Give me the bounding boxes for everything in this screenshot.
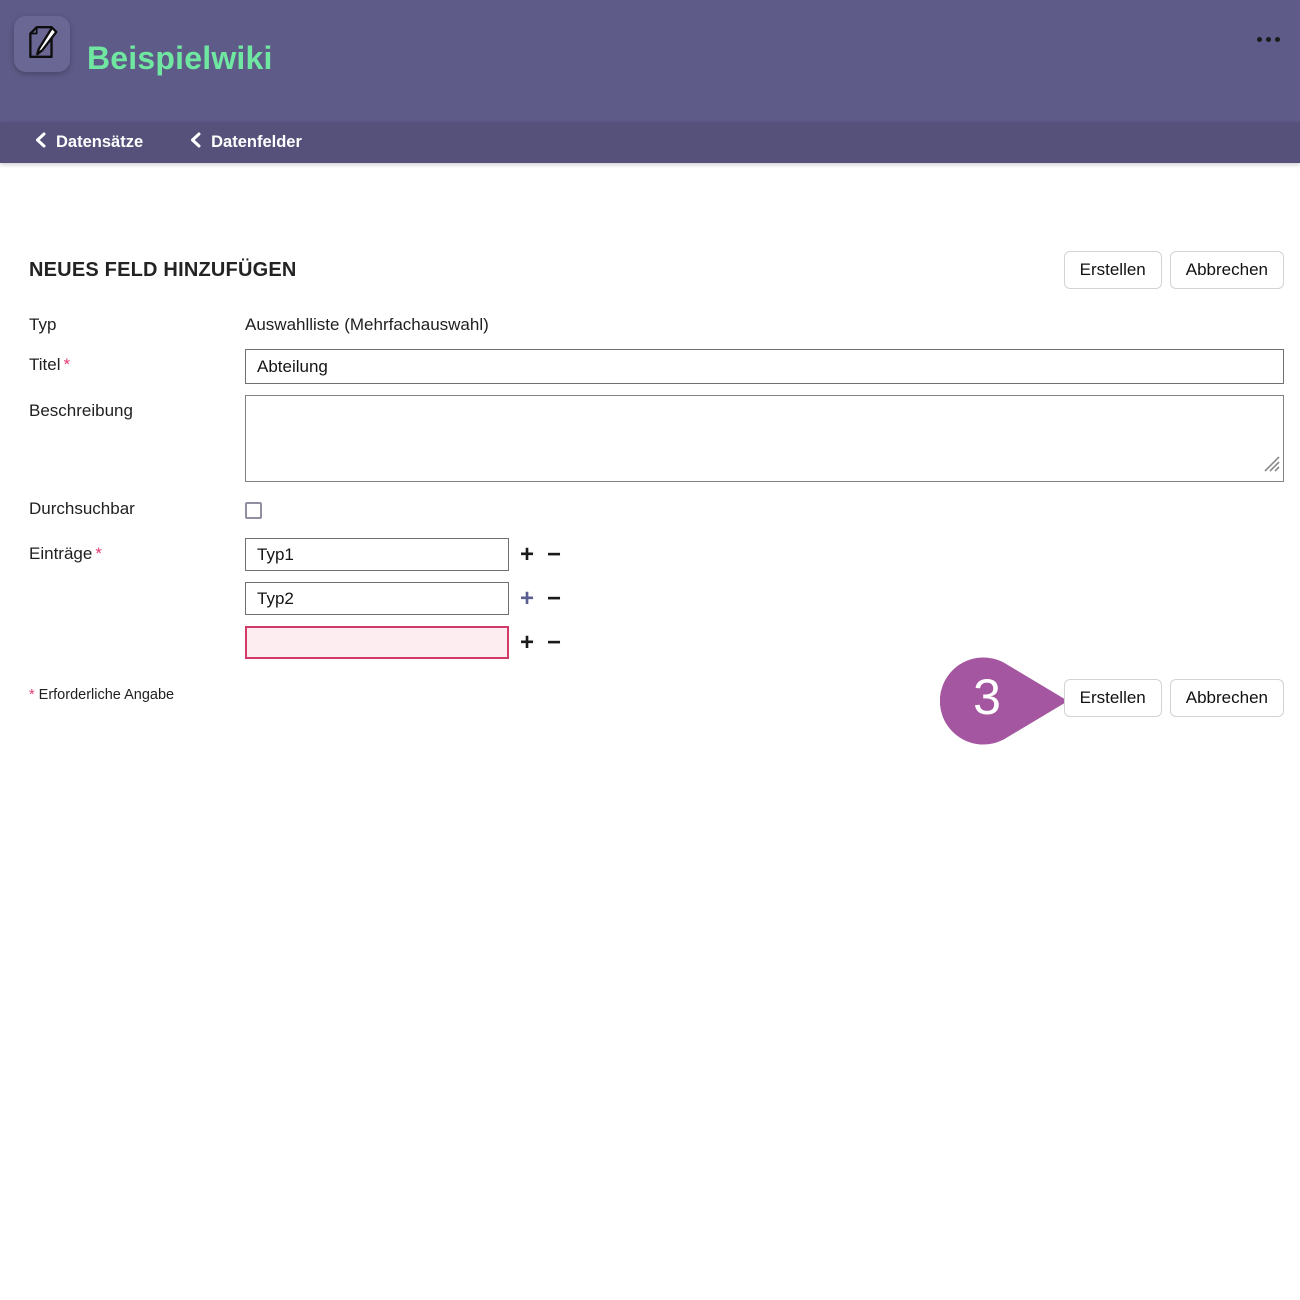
remove-entry-icon[interactable]: −	[547, 587, 561, 611]
more-options-button[interactable]	[1253, 33, 1284, 46]
titel-label: Titel	[29, 355, 61, 374]
remove-entry-icon[interactable]: −	[547, 631, 561, 655]
typ-label: Typ	[29, 315, 245, 335]
entry-row-2: + −	[245, 582, 1284, 615]
form-footer: *Erforderliche Angabe 3 Erstellen Abbrec…	[29, 673, 1284, 783]
top-action-buttons: Erstellen Abbrechen	[1064, 251, 1284, 289]
beschreibung-label: Beschreibung	[29, 395, 245, 482]
required-footnote: *Erforderliche Angabe	[29, 687, 174, 703]
field-row-typ: Typ Auswahlliste (Mehrfachauswahl)	[29, 315, 1284, 335]
field-row-beschreibung: Beschreibung	[29, 395, 1284, 482]
field-row-eintraege: Einträge* + − + − + −	[29, 538, 1284, 659]
eintraege-label: Einträge	[29, 544, 92, 563]
add-entry-icon[interactable]: +	[520, 543, 534, 567]
required-marker: *	[95, 544, 102, 563]
remove-entry-icon[interactable]: −	[547, 543, 561, 567]
page-title: NEUES FELD HINZUFÜGEN	[29, 259, 297, 282]
field-row-titel: Titel*	[29, 349, 1284, 384]
create-button-top[interactable]: Erstellen	[1064, 251, 1162, 289]
add-entry-icon[interactable]: +	[520, 587, 534, 611]
breadcrumb-label: Datenfelder	[211, 133, 302, 152]
create-button-bottom[interactable]: Erstellen	[1064, 679, 1162, 717]
required-marker: *	[64, 355, 71, 374]
step-number: 3	[940, 651, 1034, 743]
field-row-durchsuchbar: Durchsuchbar	[29, 499, 1284, 524]
chevron-left-icon	[189, 132, 202, 153]
entry-input-1[interactable]	[245, 538, 509, 571]
resize-handle-icon[interactable]	[1263, 455, 1281, 478]
beschreibung-textarea[interactable]	[245, 395, 1284, 482]
breadcrumb-item-datensaetze[interactable]: Datensätze	[34, 132, 143, 153]
typ-value: Auswahlliste (Mehrfachauswahl)	[245, 315, 1284, 335]
cancel-button-bottom[interactable]: Abbrechen	[1170, 679, 1284, 717]
add-entry-icon[interactable]: +	[520, 631, 534, 655]
entry-row-1: + −	[245, 538, 1284, 571]
required-marker: *	[29, 687, 35, 703]
edit-document-icon	[24, 24, 60, 65]
step-annotation-balloon: 3	[940, 651, 1070, 751]
app-logo-button[interactable]	[14, 16, 70, 72]
titel-input[interactable]	[245, 349, 1284, 384]
breadcrumb: Datensätze Datenfelder	[0, 122, 1300, 163]
new-field-form: NEUES FELD HINZUFÜGEN Erstellen Abbreche…	[0, 251, 1300, 783]
chevron-left-icon	[34, 132, 47, 153]
entry-input-3[interactable]	[245, 626, 509, 659]
entry-row-3: + −	[245, 626, 1284, 659]
callout-pointer-icon	[940, 651, 1070, 751]
durchsuchbar-checkbox[interactable]	[245, 502, 262, 519]
ellipsis-icon	[1257, 37, 1262, 42]
entry-input-2[interactable]	[245, 582, 509, 615]
bottom-action-buttons: Erstellen Abbrechen	[1064, 679, 1284, 717]
breadcrumb-item-datenfelder[interactable]: Datenfelder	[189, 132, 302, 153]
breadcrumb-label: Datensätze	[56, 133, 143, 152]
wiki-title: Beispielwiki	[87, 40, 273, 77]
cancel-button-top[interactable]: Abbrechen	[1170, 251, 1284, 289]
app-header: Beispielwiki	[0, 0, 1300, 122]
durchsuchbar-label: Durchsuchbar	[29, 499, 245, 524]
